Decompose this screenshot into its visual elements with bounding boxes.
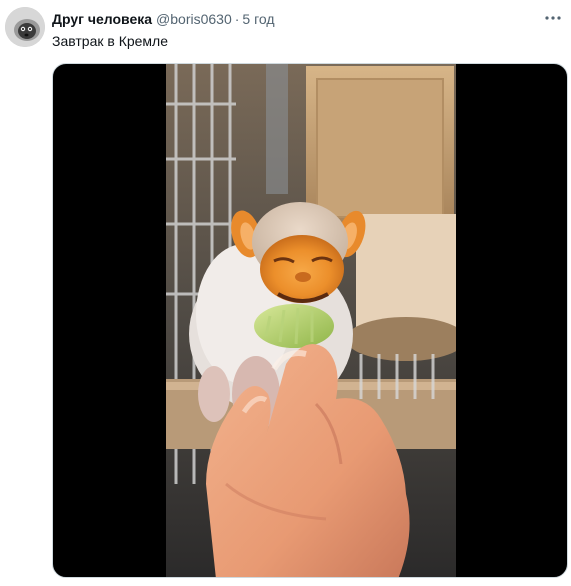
lemur-face-avatar-icon xyxy=(5,7,45,47)
header-separator: · xyxy=(234,11,240,27)
tweet[interactable]: Друг человека @boris0630 · 5 год Завтрак… xyxy=(0,0,571,586)
author-display-name[interactable]: Друг человека xyxy=(52,9,152,29)
tweet-timestamp[interactable]: 5 год xyxy=(242,9,274,29)
author-handle[interactable]: @boris0630 xyxy=(156,9,232,29)
tweet-text: Завтрак в Кремле xyxy=(52,33,169,49)
hairless-monkey-photo xyxy=(166,64,456,577)
tweet-header: Друг человека @boris0630 · 5 год xyxy=(52,9,275,29)
video-frame[interactable] xyxy=(166,64,456,577)
author-avatar[interactable] xyxy=(5,7,45,47)
more-options-button[interactable] xyxy=(543,10,563,26)
more-horizontal-icon xyxy=(545,16,561,20)
tweet-media[interactable] xyxy=(52,63,568,578)
